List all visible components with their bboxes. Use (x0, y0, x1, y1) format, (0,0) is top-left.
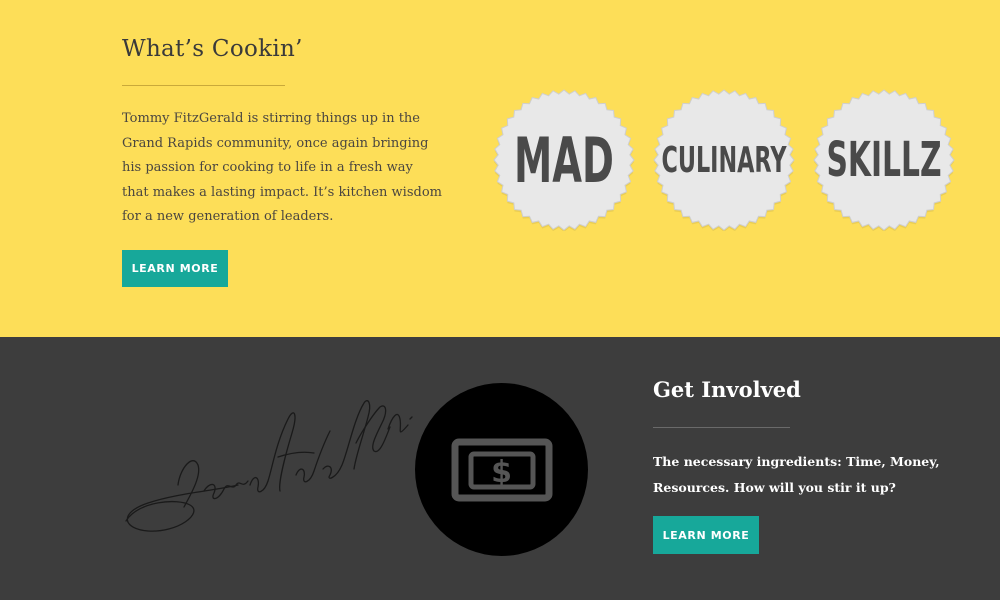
cooking-heading: What’s Cookin’ (122, 36, 303, 62)
svg-text:$: $ (491, 455, 512, 490)
badge-skillz: SKILLZ (813, 89, 955, 231)
badge-label: MAD (514, 123, 614, 197)
cooking-paragraph: Tommy FitzGerald is stirring things up i… (122, 111, 442, 225)
involved-learn-more-button[interactable]: LEARN MORE (653, 516, 759, 554)
badge-label: SKILLZ (826, 132, 942, 188)
badge-mad: MAD (493, 89, 635, 231)
involved-heading: Get Involved (653, 377, 801, 402)
badge-label: CULINARY (661, 139, 787, 181)
badge-culinary: CULINARY (653, 89, 795, 231)
signature-image (125, 400, 413, 532)
cooking-learn-more-button[interactable]: LEARN MORE (122, 250, 228, 287)
involved-divider (653, 427, 790, 428)
money-icon: $ (415, 383, 588, 556)
cooking-divider (122, 85, 285, 86)
involved-paragraph: The necessary ingredients: Time, Money, … (653, 454, 940, 495)
